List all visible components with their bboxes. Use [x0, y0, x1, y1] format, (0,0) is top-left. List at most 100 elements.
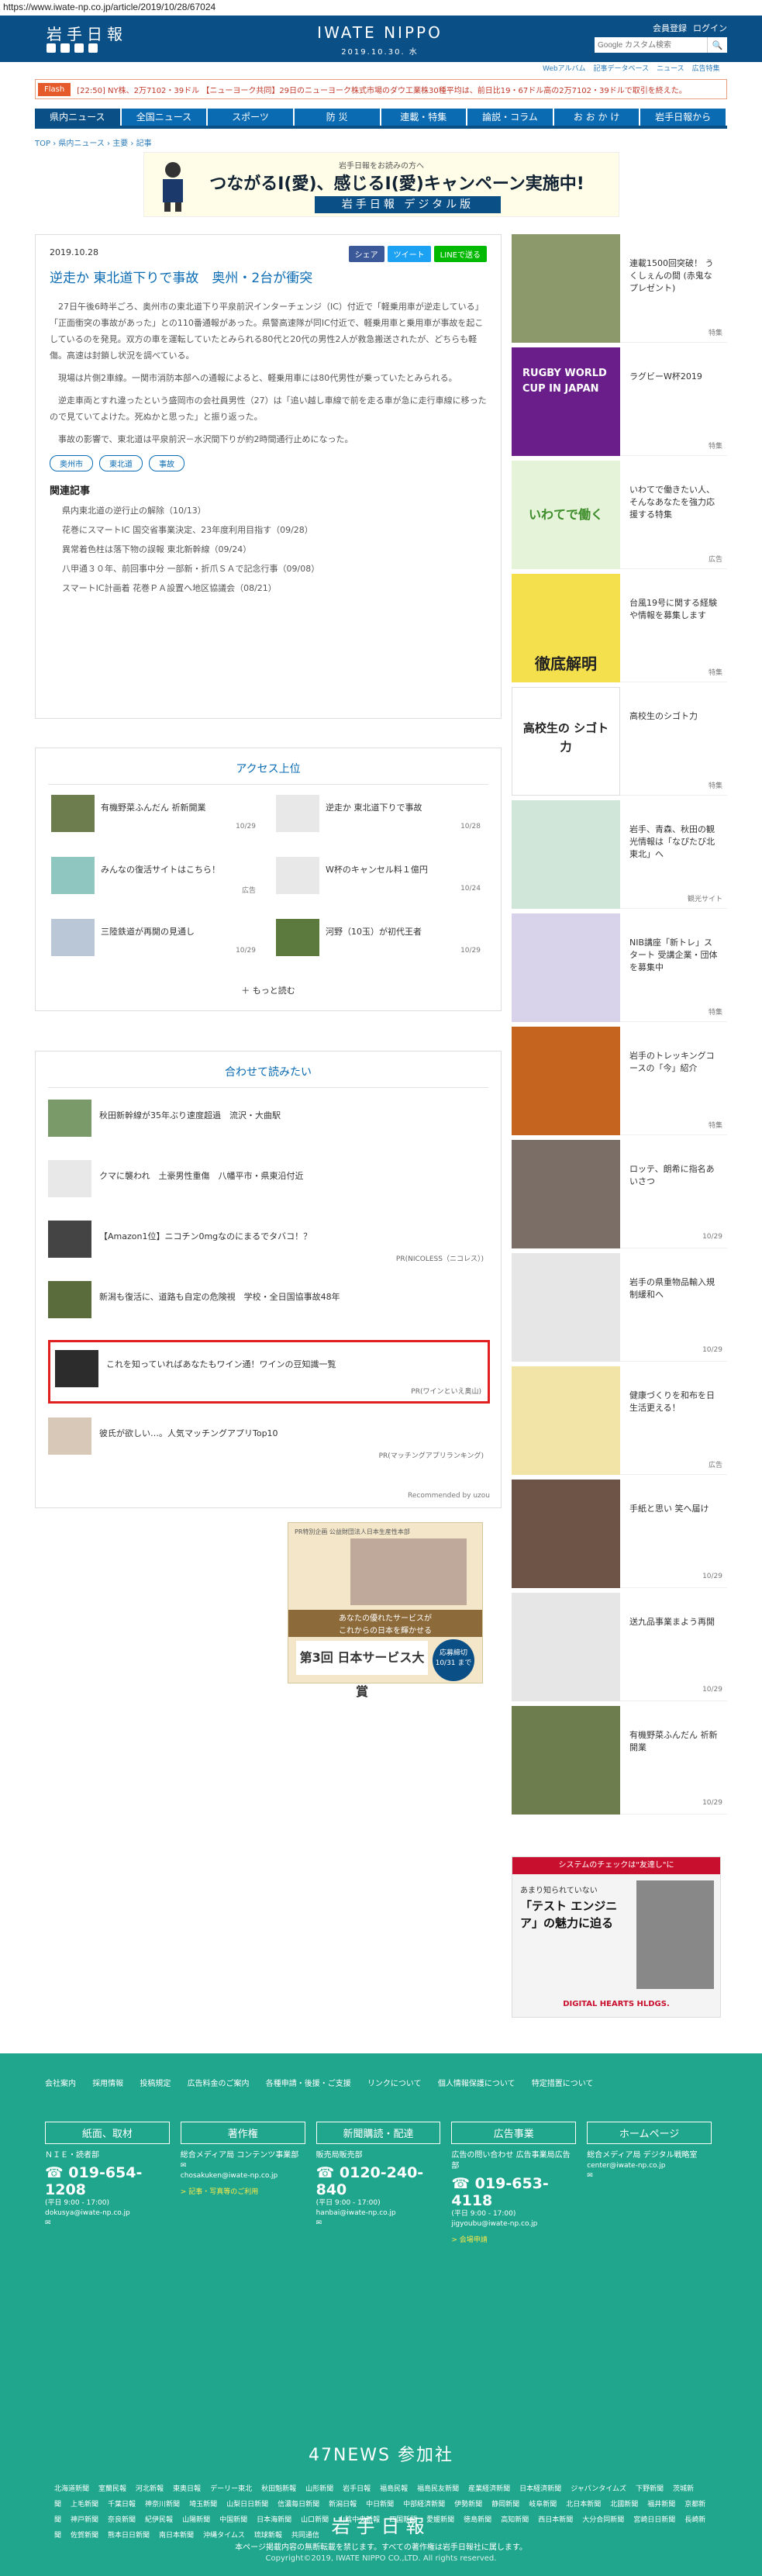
mail-address[interactable]: hanbai@iwate-np.co.jp	[316, 2208, 441, 2219]
member-paper-link[interactable]: ジャパンタイムズ	[571, 2485, 626, 2493]
instagram-icon[interactable]	[74, 43, 84, 53]
sidebar-item[interactable]: ロッテ、朗希に指名あいさつ 10/29	[512, 1140, 727, 1248]
recommend-item[interactable]: 【Amazon1位】ニコチン0mgなのにまるでタバコ！？ PR(NICOLESS…	[48, 1219, 490, 1267]
sidebar-item[interactable]: NIB講座「新トレ」スタート 受講企業・団体を募集中 特集	[512, 913, 727, 1022]
member-paper-link[interactable]: 秋田魁新報	[261, 2485, 296, 2493]
related-link[interactable]: 異常着色柱は落下物の誤報 東北新幹線（09/24）	[50, 543, 487, 555]
register-link[interactable]: 会員登録	[653, 22, 687, 34]
award-ad[interactable]: PR特別企画 公益財団法人日本生産性本部 あなたの優れたサービスが これからの日…	[288, 1522, 483, 1699]
footer-link[interactable]: 各種申請・後援・ご支援	[266, 2080, 351, 2088]
member-paper-link[interactable]: 山形新聞	[305, 2485, 333, 2493]
nav-sports[interactable]: スポーツ	[208, 109, 293, 126]
member-paper-link[interactable]: 中部経済新聞	[403, 2501, 445, 2509]
sidebar-item[interactable]: 岩手の県重物品輸入規制緩和へ 10/29	[512, 1253, 727, 1362]
footer-link[interactable]: 採用情報	[92, 2080, 123, 2088]
flash-text[interactable]: [22:50] NY株、2万7102・39ドル 【ニューヨーク共同】29日のニュ…	[77, 84, 687, 95]
breadcrumb[interactable]: TOP › 県内ニュース › 主要 › 記事	[35, 136, 152, 148]
mail-icon[interactable]: ✉	[45, 2219, 170, 2229]
member-paper-link[interactable]: 福島民報	[380, 2485, 408, 2493]
mail-icon[interactable]: ✉	[316, 2219, 441, 2229]
member-paper-link[interactable]: 千葉日報	[108, 2501, 136, 2509]
sub-link[interactable]: ニュース	[657, 63, 684, 73]
tag-link[interactable]: 東北道	[99, 455, 143, 471]
member-paper-link[interactable]: 岩手日報	[343, 2485, 371, 2493]
nav-national-news[interactable]: 全国ニュース	[121, 109, 207, 126]
member-paper-link[interactable]: デーリー東北	[210, 2485, 252, 2493]
ranking-item[interactable]: みんなの復活サイトはこちら！ 広告	[51, 857, 260, 899]
member-paper-link[interactable]: 神奈川新聞	[145, 2501, 180, 2509]
footer-logo[interactable]: 岩手日報	[0, 2511, 762, 2538]
facebook-share-button[interactable]: シェア	[348, 246, 384, 262]
member-paper-link[interactable]: 伊勢新聞	[454, 2501, 482, 2509]
campaign-banner[interactable]: 岩手日報をお読みの方へ つながるI(愛)、感じるI(愛)キャンペーン実施中! 岩…	[143, 152, 619, 217]
mail-icon[interactable]: ✉	[587, 2171, 712, 2181]
sidebar-item[interactable]: いわてで働く いわてで働きたい人、そんなあなたを強力応援する特集 広告	[512, 461, 727, 569]
recommend-item-highlighted[interactable]: これを知っていればあなたもワイン通！ワインの豆知識一覧 PR(ワインといえ奥山)	[48, 1340, 490, 1404]
mail-icon[interactable]	[88, 43, 98, 53]
nav-column[interactable]: 論説・コラム	[467, 109, 553, 126]
phone-number[interactable]: ☎ 019-653-4118	[451, 2175, 576, 2209]
mail-address[interactable]: dokusya@iwate-np.co.jp	[45, 2208, 170, 2219]
member-paper-link[interactable]: 福島民友新聞	[417, 2485, 459, 2493]
nav-prefecture-news[interactable]: 県内ニュース	[35, 109, 120, 126]
phone-number[interactable]: ☎ 019-654-1208	[45, 2164, 170, 2198]
sidebar-item[interactable]: 高校生の シゴト力 高校生のシゴト力 特集	[512, 687, 727, 796]
nav-from-nippo[interactable]: 岩手日報から	[640, 109, 726, 126]
line-share-button[interactable]: LINEで送る	[433, 246, 487, 262]
sidebar-item[interactable]: 健康づくりを和布を日生活更える！ 広告	[512, 1366, 727, 1475]
url-bar[interactable]: https://www.iwate-np.co.jp/article/2019/…	[0, 0, 762, 16]
footer-link[interactable]: 特定措置について	[532, 2080, 594, 2088]
ranking-item[interactable]: 河野（10玉）が初代王者 10/29	[276, 919, 485, 961]
more-button[interactable]: ＋ もっと読む	[36, 984, 501, 996]
tag-link[interactable]: 奥州市	[50, 455, 93, 471]
member-paper-link[interactable]: 山梨日日新聞	[226, 2501, 268, 2509]
member-paper-link[interactable]: 日本経済新聞	[519, 2485, 561, 2493]
footer-link[interactable]: 広告料金のご案内	[188, 2080, 250, 2088]
sidebar-item[interactable]: 有機野菜ふんだん 祈新開業 10/29	[512, 1706, 727, 1815]
side-ad[interactable]: システムのチェックは"友達し"に あまり知られていない 「テスト エンジニア」の…	[512, 1856, 721, 2018]
member-paper-link[interactable]: 北國新聞	[610, 2501, 638, 2509]
footer-link[interactable]: リンクについて	[367, 2080, 422, 2088]
brand-wordmark[interactable]: IWATE NIPPO	[302, 23, 457, 42]
sub-link[interactable]: 記事データベース	[594, 63, 650, 73]
mail-address[interactable]: center@iwate-np.co.jp	[587, 2161, 712, 2171]
member-paper-link[interactable]: 信濃毎日新聞	[278, 2501, 319, 2509]
sidebar-item[interactable]: 手紙と思い 笑へ届け 10/29	[512, 1480, 727, 1588]
sidebar-item[interactable]: 送九品事業まよう再開 10/29	[512, 1593, 727, 1701]
member-paper-link[interactable]: 産業経済新聞	[468, 2485, 510, 2493]
sidebar-item[interactable]: 岩手のトレッキングコースの「今」紹介 特集	[512, 1027, 727, 1135]
member-paper-link[interactable]: 北日本新聞	[566, 2501, 601, 2509]
sidebar-item[interactable]: 連載1500回突破！ うくしぇんの間 (赤鬼なプレゼント) 特集	[512, 234, 727, 343]
mail-icon[interactable]: ✉	[181, 2161, 305, 2171]
twitter-share-button[interactable]: ツイート	[387, 246, 431, 262]
member-paper-link[interactable]: 上毛新聞	[71, 2501, 98, 2509]
member-paper-link[interactable]: 北海道新聞	[54, 2485, 89, 2493]
footer-col-link[interactable]: > 記事・写真等のご利用	[181, 2186, 305, 2196]
phone-number[interactable]: ☎ 0120-240-840	[316, 2164, 441, 2198]
site-logo[interactable]: 岩手日報	[47, 22, 127, 44]
member-paper-link[interactable]: 室蘭民報	[98, 2485, 126, 2493]
member-paper-link[interactable]: 静岡新聞	[491, 2501, 519, 2509]
recommend-item[interactable]: 秋田新幹線が35年ぶり速度超過 流沢・大曲駅	[48, 1098, 490, 1146]
mail-address[interactable]: chosakuken@iwate-np.co.jp	[181, 2171, 305, 2181]
nav-okuyami[interactable]: お お か け	[553, 109, 640, 126]
member-paper-link[interactable]: 新潟日報	[329, 2501, 357, 2509]
related-link[interactable]: 花巻にスマートIC 国交省事業決定、23年度利用目指す（09/28）	[50, 523, 487, 536]
login-link[interactable]: ログイン	[693, 22, 727, 34]
ranking-item[interactable]: 逆走か 東北道下りで事故 10/28	[276, 795, 485, 837]
twitter-icon[interactable]	[47, 43, 56, 53]
ranking-item[interactable]: 有機野菜ふんだん 祈新開業 10/29	[51, 795, 260, 837]
member-paper-link[interactable]: 埼玉新聞	[189, 2501, 217, 2509]
tag-link[interactable]: 事故	[149, 455, 184, 471]
member-paper-link[interactable]: 岐阜新聞	[529, 2501, 557, 2509]
nav-series[interactable]: 連載・特集	[381, 109, 467, 126]
related-link[interactable]: 県内東北道の逆行止の解除（10/13）	[50, 504, 487, 516]
recommend-item[interactable]: 彼氏が欲しい…。人気マッチングアプリTop10 PR(マッチングアプリランキング…	[48, 1416, 490, 1464]
footer-link[interactable]: 会社案内	[45, 2080, 76, 2088]
ranking-item[interactable]: 三陸鉄道が再開の見通し 10/29	[51, 919, 260, 961]
member-paper-link[interactable]: 下野新聞	[636, 2485, 664, 2493]
flash-ticker[interactable]: Flash [22:50] NY株、2万7102・39ドル 【ニューヨーク共同】…	[35, 79, 727, 99]
facebook-icon[interactable]	[60, 43, 70, 53]
sub-link[interactable]: Webアルバム	[543, 63, 586, 73]
sidebar-item[interactable]: RUGBY WORLD CUP IN JAPAN ラグビーW杯2019 特集	[512, 347, 727, 456]
